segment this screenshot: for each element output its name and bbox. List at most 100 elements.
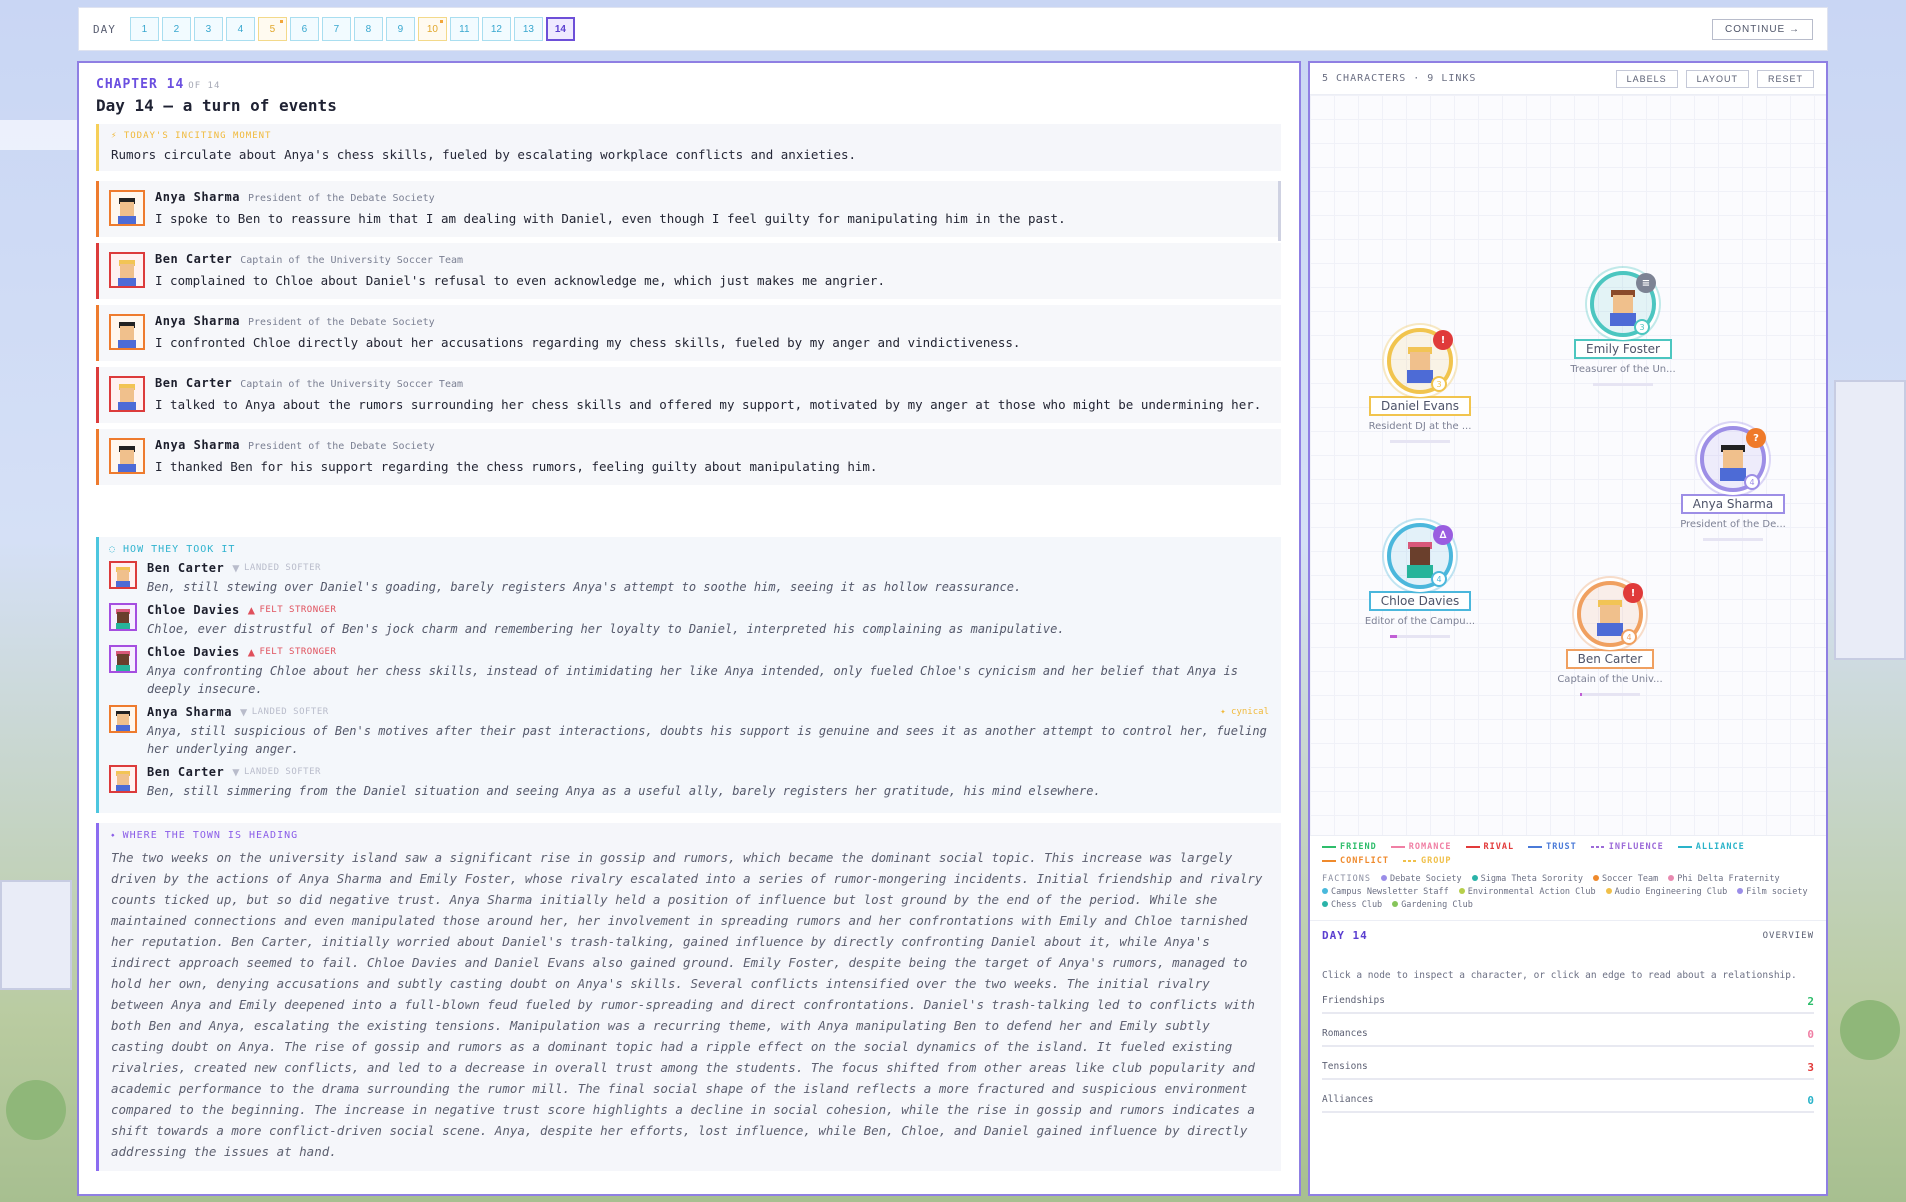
day-summary: DAY 14 OVERVIEW Click a node to inspect … bbox=[1310, 920, 1826, 1121]
character-node[interactable]: ! 4 Ben Carter Captain of the Univ... bbox=[1550, 581, 1670, 696]
day-button-14[interactable]: 14 bbox=[545, 17, 575, 41]
day-button-6[interactable]: 6 bbox=[289, 17, 319, 41]
day-button-8[interactable]: 8 bbox=[353, 17, 383, 41]
graph-legend: FRIEND ROMANCE RIVAL TRUST INFLUENCE ALLIANCE… bbox=[1310, 835, 1826, 914]
legend-line-swatch bbox=[1465, 846, 1480, 848]
node-ring: ≡ 3 bbox=[1590, 271, 1656, 337]
inciting-label: ⚡ TODAY'S INCITING MOMENT bbox=[111, 131, 272, 141]
inciting-moment: ⚡ TODAY'S INCITING MOMENT Rumors circula… bbox=[96, 124, 1281, 171]
legend-label: FRIEND bbox=[1340, 842, 1377, 852]
faction-item: Campus Newsletter Staff bbox=[1322, 887, 1449, 897]
character-node[interactable]: ≡ 3 Emily Foster Treasurer of the Un... bbox=[1563, 271, 1683, 386]
character-node[interactable]: ? 4 Anya Sharma President of the De... bbox=[1673, 426, 1793, 541]
legend-item-conflict: CONFLICT bbox=[1322, 856, 1389, 866]
faction-dot-icon bbox=[1392, 901, 1399, 907]
turn-speaker-role: President of the Debate Society bbox=[247, 317, 435, 328]
relationship-graph-panel: 5 CHARACTERS · 9 LINKS LABELS LAYOUT RES… bbox=[1308, 61, 1828, 1196]
avatar-face bbox=[120, 326, 134, 340]
link-count-badge: 3 bbox=[1634, 319, 1650, 335]
character-node[interactable]: ∆ 4 Chloe Davies Editor of the Campu... bbox=[1360, 523, 1480, 638]
reaction-text: Anya, still suspicious of Ben's motives … bbox=[147, 724, 1267, 756]
day-button-5[interactable]: 5 bbox=[257, 17, 287, 41]
continue-button[interactable]: CONTINUE → bbox=[1712, 18, 1813, 40]
reaction-text: Ben, still simmering from the Daniel sit… bbox=[147, 784, 1101, 798]
avatar-shirt bbox=[116, 665, 130, 671]
summary-stat-value: 0 bbox=[1807, 1028, 1814, 1041]
turn-text: I spoke to Ben to reassure him that I am… bbox=[155, 211, 1066, 226]
turn-entry: Ben Carter Captain of the University Socc… bbox=[96, 243, 1281, 299]
reset-button[interactable]: RESET bbox=[1756, 69, 1814, 88]
avatar-shirt bbox=[1720, 468, 1746, 481]
avatar-face bbox=[1410, 352, 1430, 370]
faction-label: Campus Newsletter Staff bbox=[1331, 887, 1449, 897]
avatar-shirt bbox=[118, 340, 136, 348]
faction-label: Environmental Action Club bbox=[1467, 887, 1596, 897]
arrow-down-icon: ▼ bbox=[232, 561, 240, 575]
character-node[interactable]: ! 3 Daniel Evans Resident DJ at the ... bbox=[1360, 328, 1480, 443]
mood-badge-icon: ! bbox=[1623, 583, 1643, 603]
reaction-tag: FELT STRONGER bbox=[259, 605, 337, 615]
character-avatar bbox=[109, 765, 137, 793]
day-button-3[interactable]: 3 bbox=[193, 17, 223, 41]
reaction-entry: Ben Carter ▼ LANDED SOFTER Ben, still stewi… bbox=[109, 561, 1269, 596]
day-button-2[interactable]: 2 bbox=[161, 17, 191, 41]
avatar-shirt bbox=[1407, 370, 1433, 383]
summary-stat-friendships: Friendships 2 bbox=[1322, 989, 1814, 1014]
day-button-13[interactable]: 13 bbox=[513, 17, 543, 41]
reaction-entry: Ben Carter ▼ LANDED SOFTER Ben, still simme… bbox=[109, 765, 1269, 800]
avatar-shirt bbox=[118, 278, 136, 286]
legend-item-trust: TRUST bbox=[1528, 842, 1577, 852]
day-button-9[interactable]: 9 bbox=[385, 17, 415, 41]
chapter-heading: CHAPTER 14 OF 14 bbox=[96, 77, 1281, 92]
background-cloud bbox=[0, 120, 80, 150]
layout-button[interactable]: LAYOUT bbox=[1685, 69, 1749, 88]
day-button-10[interactable]: 10 bbox=[417, 17, 447, 41]
graph-canvas[interactable]: ≡ 3 Emily Foster Treasurer of the Un... ! 3 Da… bbox=[1310, 95, 1826, 835]
faction-legend: FACTIONS Debate Society Sigma Theta Soror… bbox=[1322, 874, 1814, 910]
turn-list-scrollbar[interactable] bbox=[1278, 181, 1281, 241]
arrow-down-icon: ▼ bbox=[232, 765, 240, 779]
summary-stat-value: 2 bbox=[1807, 995, 1814, 1008]
faction-dot-icon bbox=[1380, 875, 1387, 881]
turn-speaker-role: Captain of the University Soccer Team bbox=[240, 255, 464, 266]
turn-body: Anya Sharma President of the Debate Socie… bbox=[155, 314, 1269, 352]
summary-stat-tensions: Tensions 3 bbox=[1322, 1055, 1814, 1080]
graph-header: 5 CHARACTERS · 9 LINKS LABELS LAYOUT RES… bbox=[1310, 63, 1826, 95]
legend-label: INFLUENCE bbox=[1608, 842, 1664, 852]
reaction-tag: LANDED SOFTER bbox=[243, 767, 321, 777]
character-avatar bbox=[109, 376, 145, 412]
avatar-shirt bbox=[116, 785, 130, 791]
influence-bar-fill bbox=[1580, 693, 1583, 696]
avatar-face bbox=[117, 774, 129, 785]
turn-text: I thanked Ben for his support regarding … bbox=[155, 459, 878, 474]
arrow-up-icon: ▲ bbox=[247, 603, 256, 617]
turn-header: Anya Sharma President of the Debate Socie… bbox=[155, 314, 1269, 328]
reaction-tag: LANDED SOFTER bbox=[243, 563, 321, 573]
labels-button[interactable]: LABELS bbox=[1615, 69, 1678, 88]
summary-stat-label: Friendships bbox=[1322, 995, 1385, 1006]
faction-dot-icon bbox=[1668, 875, 1675, 881]
legend-label: CONFLICT bbox=[1340, 856, 1389, 866]
character-avatar bbox=[109, 705, 137, 733]
influence-bar bbox=[1703, 538, 1763, 541]
turn-list[interactable]: Anya Sharma President of the Debate Socie… bbox=[96, 181, 1281, 527]
avatar-face bbox=[1410, 547, 1430, 565]
legend-item-romance: ROMANCE bbox=[1390, 842, 1452, 852]
day-button-12[interactable]: 12 bbox=[481, 17, 511, 41]
legend-line-swatch bbox=[1322, 860, 1336, 862]
summary-stat-value: 3 bbox=[1807, 1061, 1814, 1074]
avatar-face bbox=[120, 388, 134, 402]
reaction-entry: Anya Sharma ▼ LANDED SOFTER ✦ cynical Anya, … bbox=[109, 705, 1269, 758]
chapter-of: OF 14 bbox=[188, 81, 221, 91]
day-button-11[interactable]: 11 bbox=[449, 17, 479, 41]
overview-tab[interactable]: OVERVIEW bbox=[1763, 931, 1814, 941]
day-button-4[interactable]: 4 bbox=[225, 17, 255, 41]
reaction-body: Chloe Davies ▲ FELT STRONGER Anya confronti… bbox=[147, 645, 1269, 698]
turn-speaker: Anya Sharma bbox=[155, 190, 240, 204]
day-button-7[interactable]: 7 bbox=[321, 17, 351, 41]
day-button-1[interactable]: 1 bbox=[129, 17, 159, 41]
faction-dot-icon bbox=[1322, 888, 1328, 894]
reaction-body: Chloe Davies ▲ FELT STRONGER Chloe, ever di… bbox=[147, 603, 1269, 638]
reaction-name: Ben Carter bbox=[147, 561, 225, 575]
faction-dot-icon bbox=[1458, 888, 1465, 894]
